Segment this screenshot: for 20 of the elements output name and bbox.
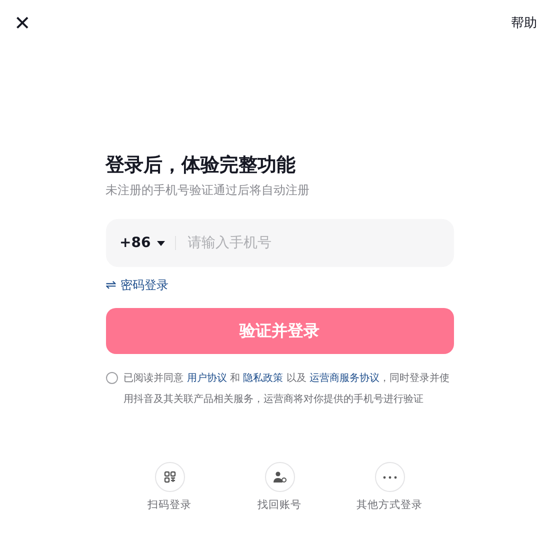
caret-icon (156, 240, 165, 246)
country-code-dropdown[interactable]: +86 (120, 235, 165, 251)
switch-icon[interactable]: ⇌ (106, 278, 116, 293)
agreement-text: 已阅读并同意 用户协议 和 隐私政策 以及 运营商服务协议，同时登录并使用抖音及其关联产品相关服务，运营商将对你提供的手机号进行验证 (124, 372, 451, 407)
login-option[interactable]: 扫码登录 (134, 462, 206, 512)
login-option[interactable]: 其他方式登录 (354, 462, 426, 512)
login-option[interactable]: 找回账号 (244, 462, 316, 512)
agreement-checkbox[interactable] (106, 372, 118, 384)
user-icon (272, 471, 286, 483)
subtitle: 未注册的手机号验证通过后将自动注册 (106, 182, 310, 199)
help-link[interactable]: 帮助 (511, 14, 537, 32)
agreement-link[interactable]: 运营商服务协议 (310, 373, 380, 384)
agreement-link[interactable]: 隐私政策 (243, 373, 284, 384)
close-button[interactable]: ✕ (14, 11, 31, 35)
agreement-link[interactable]: 用户协议 (186, 373, 227, 384)
phone-field[interactable]: +86 请输入手机号 (106, 219, 454, 267)
more-icon (382, 476, 396, 478)
qr-code-icon (164, 471, 176, 483)
page-title: 登录后，体验完整功能 (106, 153, 296, 178)
password-login-link[interactable]: 密码登录 (120, 277, 168, 294)
